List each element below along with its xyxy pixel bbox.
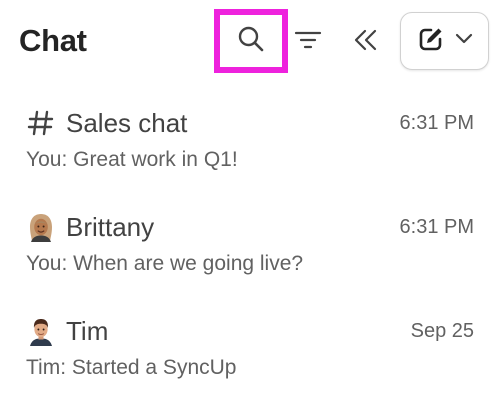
page-title: Chat (19, 23, 87, 58)
chat-timestamp: 6:31 PM (399, 215, 474, 238)
collapse-button[interactable] (348, 22, 384, 62)
search-icon (236, 24, 266, 59)
chat-preview: Tim: Started a SyncUp (26, 356, 237, 379)
chat-item-header: Tim Sep 25 (26, 314, 474, 348)
user-avatar (26, 316, 56, 346)
compose-icon (417, 25, 445, 58)
chat-name: Brittany (66, 211, 155, 242)
chat-timestamp: 6:31 PM (399, 111, 474, 134)
chat-timestamp: Sep 25 (410, 319, 474, 342)
chat-list-item[interactable]: Sales chat 6:31 PM You: Great work in Q1… (0, 98, 504, 198)
search-button[interactable] (214, 9, 288, 73)
chat-item-header: Sales chat 6:31 PM (26, 106, 474, 140)
user-avatar (26, 212, 56, 242)
chat-header: Chat (0, 0, 504, 88)
chat-list-item[interactable]: Brittany 6:31 PM You: When are we going … (0, 202, 504, 302)
hashtag-icon (26, 108, 56, 138)
new-chat-button[interactable] (400, 12, 489, 70)
filter-button[interactable] (290, 22, 326, 62)
chevron-down-icon (455, 32, 473, 50)
chat-item-header: Brittany 6:31 PM (26, 210, 474, 244)
chat-preview: You: Great work in Q1! (26, 148, 238, 171)
chat-name: Sales chat (66, 107, 188, 138)
filter-icon (294, 28, 322, 57)
chat-name: Tim (66, 315, 109, 346)
chat-list-item[interactable]: Tim Sep 25 Tim: Started a SyncUp (0, 306, 504, 406)
chat-panel: Chat Sales chat 6:31 PM You: Great work … (0, 0, 504, 410)
chat-preview: You: When are we going live? (26, 252, 304, 275)
double-chevron-left-icon (353, 28, 379, 57)
